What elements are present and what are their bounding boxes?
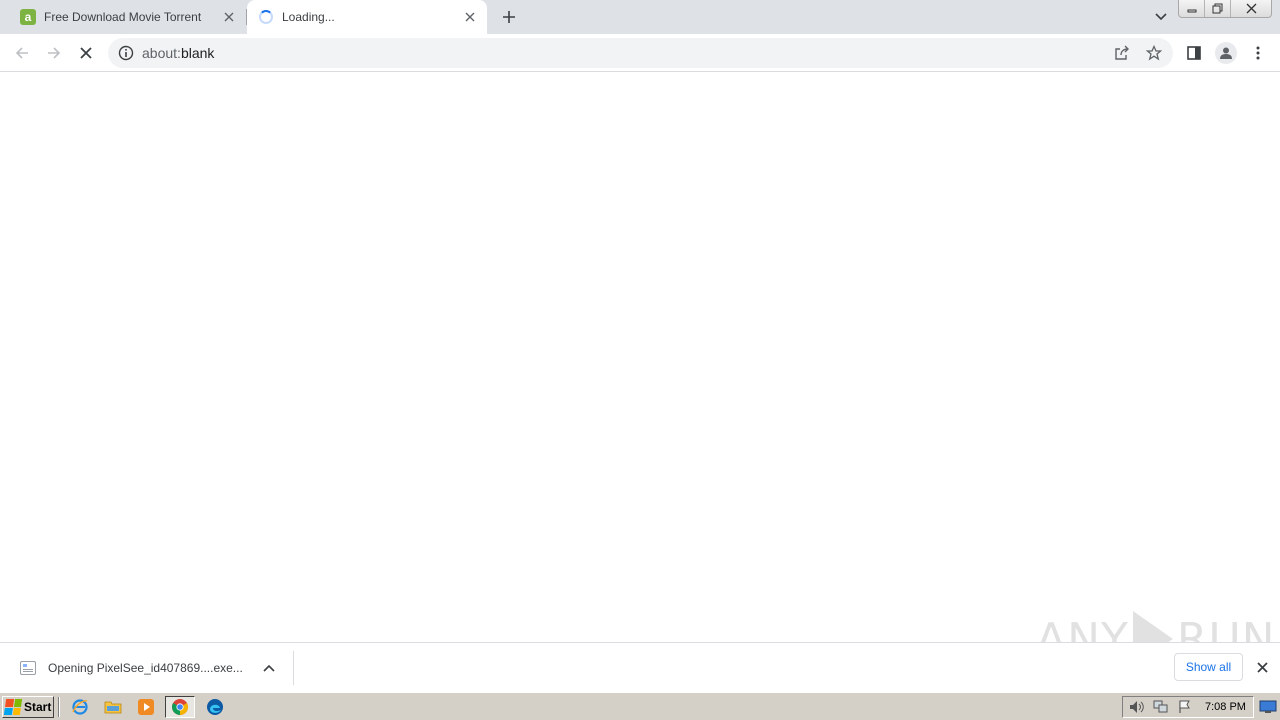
tab-strip: a Free Download Movie Torrent Loading... bbox=[0, 0, 1280, 34]
tab-loading[interactable]: Loading... bbox=[247, 0, 487, 34]
internet-explorer-taskbar-button[interactable] bbox=[69, 697, 91, 717]
star-icon bbox=[1146, 45, 1162, 61]
start-label: Start bbox=[24, 700, 52, 714]
plus-icon bbox=[503, 11, 515, 23]
page-content bbox=[0, 72, 1280, 642]
window-controls bbox=[1178, 0, 1272, 18]
volume-tray-button[interactable] bbox=[1127, 699, 1147, 715]
share-icon bbox=[1115, 45, 1129, 60]
loading-spinner-icon bbox=[259, 10, 273, 24]
stop-x-icon bbox=[80, 47, 92, 59]
network-icon bbox=[1153, 700, 1168, 713]
monitor-icon bbox=[1259, 700, 1277, 713]
edge-taskbar-button[interactable] bbox=[204, 697, 226, 717]
download-item[interactable]: Opening PixelSee_id407869....exe... bbox=[12, 651, 294, 685]
menu-button[interactable] bbox=[1245, 40, 1271, 66]
chrome-icon bbox=[172, 699, 188, 715]
person-icon bbox=[1220, 47, 1232, 59]
network-tray-button[interactable] bbox=[1151, 699, 1171, 715]
action-center-tray-button[interactable] bbox=[1175, 699, 1195, 715]
avatar bbox=[1215, 42, 1237, 64]
taskbar-separator bbox=[58, 697, 60, 717]
bookmark-button[interactable] bbox=[1144, 43, 1164, 63]
taskbar-clock[interactable]: 7:08 PM bbox=[1205, 701, 1246, 713]
speaker-icon bbox=[1130, 701, 1144, 713]
forward-button[interactable] bbox=[41, 40, 67, 66]
taskbar: Start 7:08 PM bbox=[0, 692, 1280, 720]
kebab-menu-icon bbox=[1256, 46, 1260, 60]
restore-icon bbox=[1212, 3, 1223, 14]
side-panel-button[interactable] bbox=[1181, 40, 1207, 66]
file-icon bbox=[20, 661, 36, 675]
chevron-down-icon bbox=[1155, 13, 1167, 21]
close-icon bbox=[1256, 661, 1268, 673]
folder-icon bbox=[104, 701, 122, 714]
new-tab-button[interactable] bbox=[497, 5, 521, 29]
media-player-icon bbox=[138, 699, 154, 715]
chevron-up-icon bbox=[263, 664, 275, 672]
close-download-shelf-button[interactable] bbox=[1252, 657, 1272, 677]
side-panel-icon bbox=[1187, 46, 1201, 60]
download-item-label: Opening PixelSee_id407869....exe... bbox=[48, 661, 243, 675]
arrow-left-icon bbox=[15, 47, 28, 59]
file-explorer-taskbar-button[interactable] bbox=[102, 697, 124, 717]
tab-free-download-movie-torrent[interactable]: a Free Download Movie Torrent bbox=[8, 0, 246, 34]
close-tab-icon[interactable] bbox=[461, 8, 479, 26]
minimize-button[interactable] bbox=[1179, 0, 1205, 17]
internet-explorer-icon bbox=[72, 699, 88, 715]
browser-toolbar: about:blank bbox=[0, 34, 1280, 72]
share-button[interactable] bbox=[1112, 43, 1132, 63]
system-tray: 7:08 PM bbox=[1122, 696, 1254, 718]
show-desktop-button[interactable] bbox=[1258, 697, 1278, 717]
close-window-button[interactable] bbox=[1231, 0, 1271, 17]
start-button[interactable]: Start bbox=[2, 696, 54, 718]
download-shelf: Opening PixelSee_id407869....exe... Show… bbox=[0, 642, 1280, 691]
media-player-taskbar-button[interactable] bbox=[135, 697, 157, 717]
close-icon bbox=[1246, 3, 1256, 14]
tab-search-button[interactable] bbox=[1150, 6, 1172, 28]
flag-icon bbox=[1179, 700, 1190, 713]
profile-button[interactable] bbox=[1213, 40, 1239, 66]
info-icon[interactable] bbox=[118, 45, 134, 61]
download-options-button[interactable] bbox=[259, 658, 279, 678]
address-bar[interactable]: about:blank bbox=[108, 38, 1173, 68]
tab-title: Free Download Movie Torrent bbox=[44, 10, 202, 24]
arrow-right-icon bbox=[48, 47, 61, 59]
tab-title: Loading... bbox=[282, 10, 335, 24]
show-all-button[interactable]: Show all bbox=[1174, 653, 1243, 681]
restore-button[interactable] bbox=[1205, 0, 1231, 17]
close-tab-icon[interactable] bbox=[220, 8, 238, 26]
edge-icon bbox=[207, 699, 223, 715]
site-favicon-icon: a bbox=[20, 9, 36, 25]
chrome-taskbar-button[interactable] bbox=[165, 696, 195, 718]
windows-logo-icon bbox=[3, 699, 23, 715]
minimize-icon bbox=[1187, 9, 1196, 12]
url-text[interactable]: about:blank bbox=[142, 45, 214, 61]
stop-loading-button[interactable] bbox=[73, 40, 99, 66]
back-button[interactable] bbox=[9, 40, 35, 66]
